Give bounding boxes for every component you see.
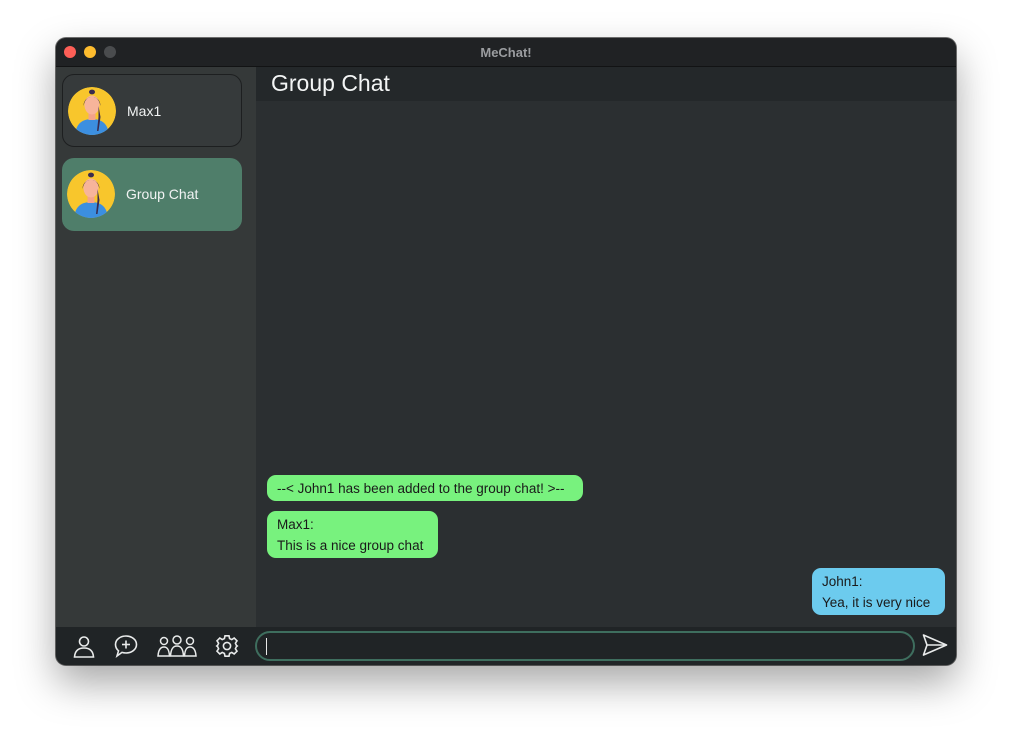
person-avatar-icon	[68, 87, 116, 135]
message-area[interactable]: --< John1 has been added to the group ch…	[256, 101, 956, 627]
contact-name: Max1	[127, 103, 162, 119]
incoming-message: Max1: This is a nice group chat	[267, 511, 438, 558]
app-window: MeChat! Max1 Group Chat Group Chat --< J…	[56, 38, 956, 665]
chat-title: Group Chat	[271, 70, 390, 96]
settings-icon[interactable]	[215, 634, 239, 663]
message-sender: John1:	[822, 574, 863, 589]
message-text: Yea, it is very nice	[822, 595, 931, 610]
window-title: MeChat!	[480, 45, 532, 60]
profile-icon[interactable]	[72, 634, 96, 663]
message-input[interactable]	[255, 631, 915, 661]
text-caret	[266, 638, 267, 655]
contact-item-group-chat[interactable]: Group Chat	[62, 158, 242, 231]
system-message-text: --< John1 has been added to the group ch…	[277, 481, 565, 496]
title-bar: MeChat!	[56, 38, 956, 67]
bottom-toolbar	[56, 627, 956, 665]
outgoing-message: John1: Yea, it is very nice	[812, 568, 945, 615]
message-text: This is a nice group chat	[277, 538, 424, 553]
contact-name: Group Chat	[126, 186, 199, 202]
new-chat-icon[interactable]	[114, 634, 138, 663]
person-avatar-icon	[67, 170, 115, 218]
contact-sidebar: Max1 Group Chat	[56, 67, 256, 627]
send-icon[interactable]	[922, 633, 948, 662]
group-icon[interactable]	[157, 634, 197, 663]
contact-item-max1[interactable]: Max1	[62, 74, 242, 147]
chat-header: Group Chat	[256, 67, 956, 101]
system-message: --< John1 has been added to the group ch…	[267, 475, 583, 501]
message-sender: Max1:	[277, 517, 314, 532]
